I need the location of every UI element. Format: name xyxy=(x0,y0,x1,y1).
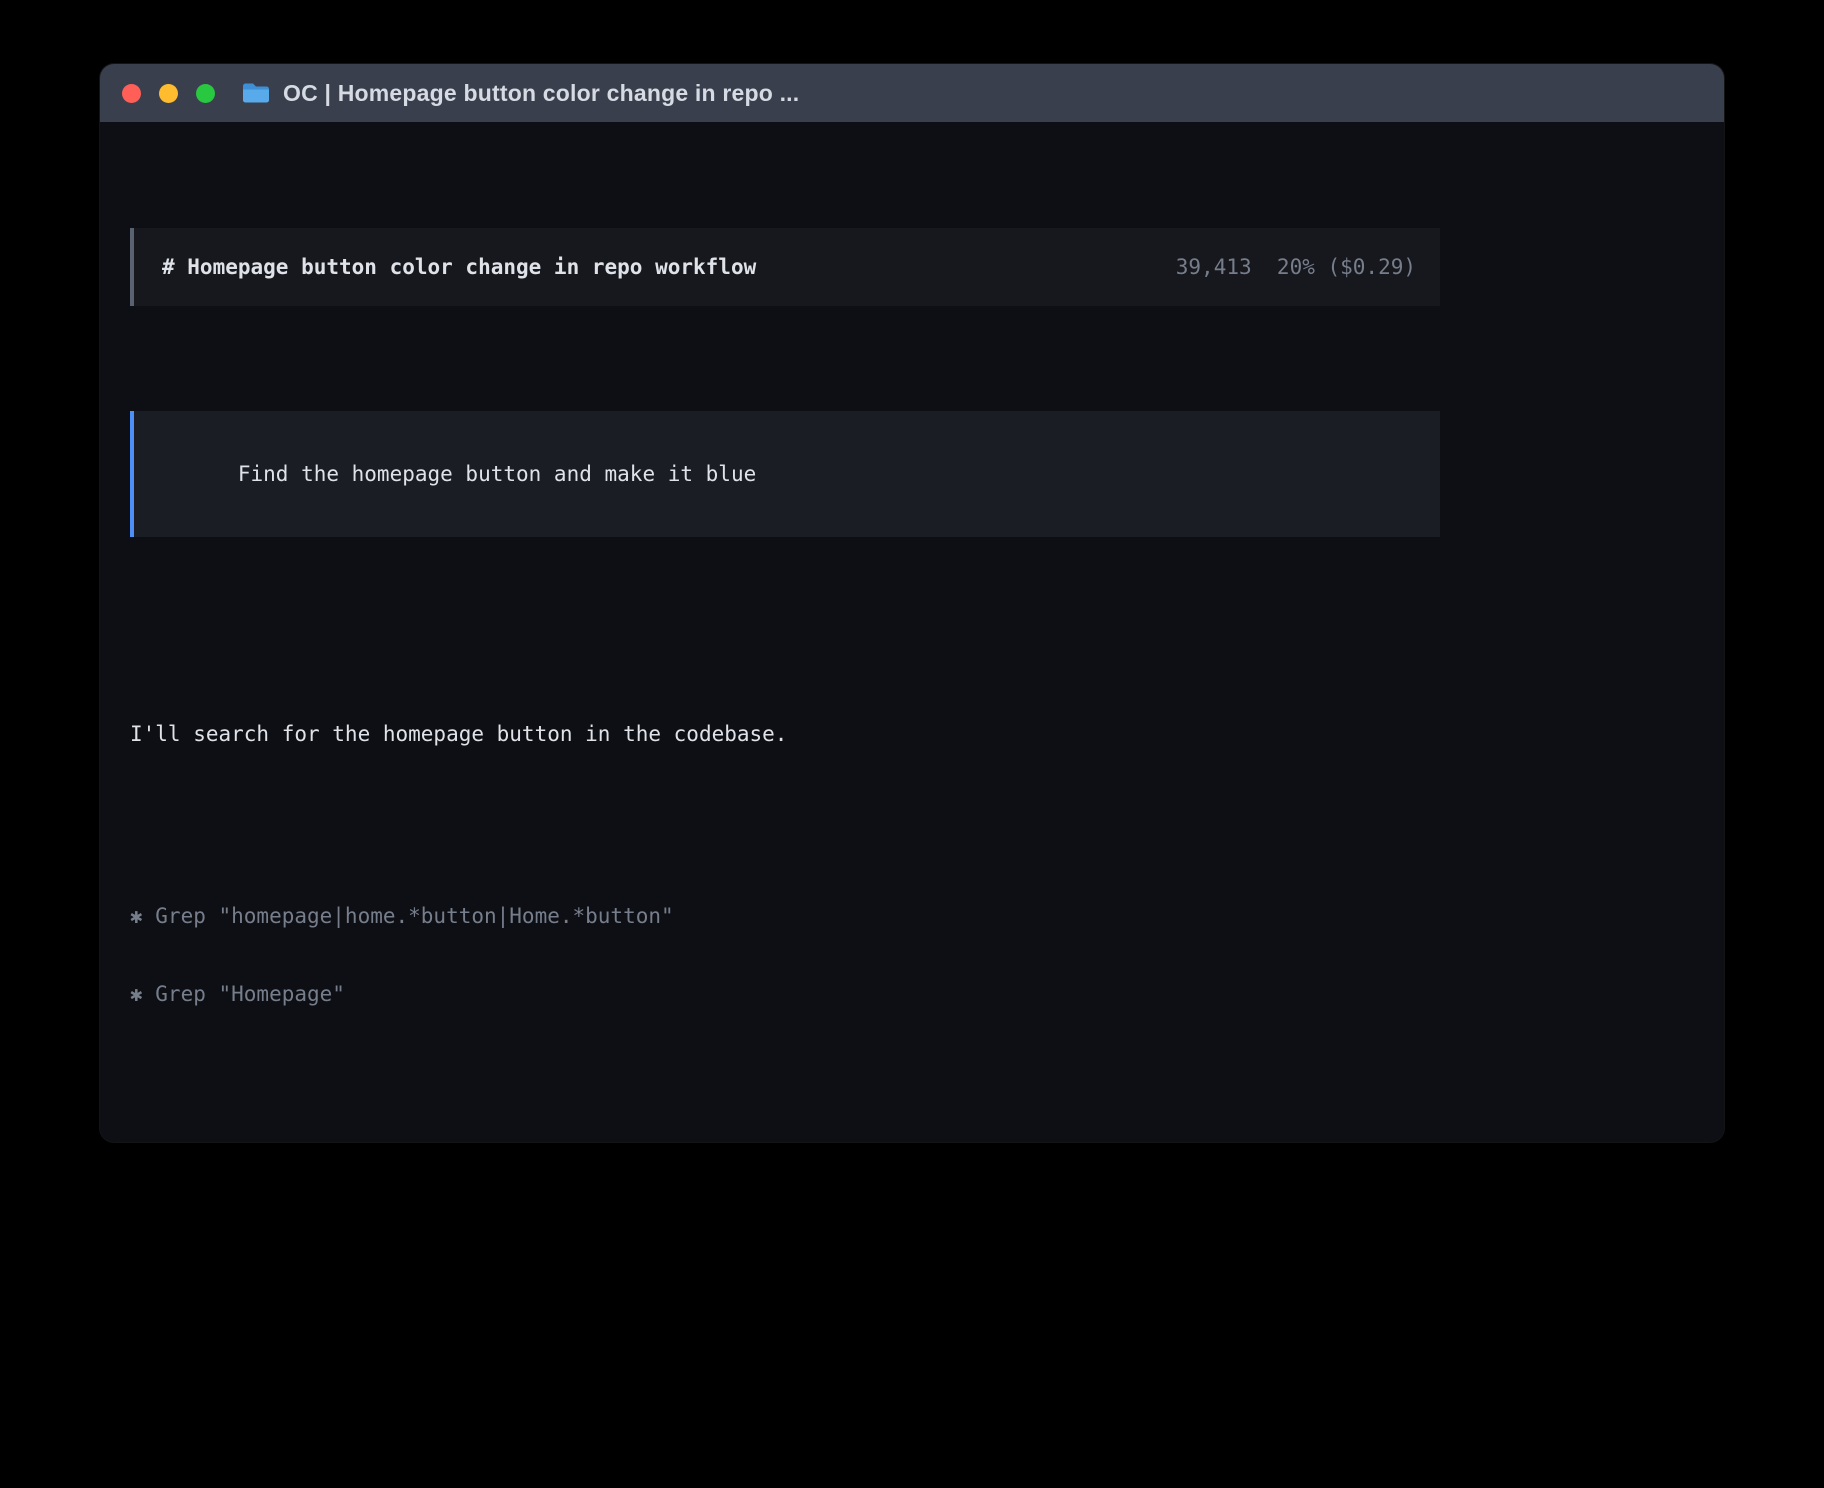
tool-call-grep: ✱ Grep "homepage|home.*button|Home.*butt… xyxy=(130,903,1440,929)
terminal-content: # Homepage button color change in repo w… xyxy=(130,150,1440,1142)
context-cost: 20% ($0.29) xyxy=(1277,255,1416,279)
tool-call-grep: ✱ Grep "Homepage" xyxy=(130,981,1440,1007)
terminal-window: OC | Homepage button color change in rep… xyxy=(100,64,1724,1142)
window-titlebar[interactable]: OC | Homepage button color change in rep… xyxy=(100,64,1724,122)
token-count: 39,413 xyxy=(1176,255,1252,279)
conversation: I'll search for the homepage button in t… xyxy=(130,643,1440,1142)
session-header: # Homepage button color change in repo w… xyxy=(130,228,1440,306)
tool-call-group: ✱ Grep "homepage|home.*button|Home.*butt… xyxy=(130,851,1440,1059)
close-button[interactable] xyxy=(122,84,141,103)
traffic-lights xyxy=(122,84,215,103)
assistant-text: I'll search for the homepage button in t… xyxy=(130,721,1440,747)
session-usage: 39,413 20% ($0.29) xyxy=(1176,254,1416,280)
zoom-button[interactable] xyxy=(196,84,215,103)
window-title: OC | Homepage button color change in rep… xyxy=(283,80,799,107)
session-title: # Homepage button color change in repo w… xyxy=(162,254,756,280)
folder-icon xyxy=(241,81,271,105)
user-message: Find the homepage button and make it blu… xyxy=(130,411,1440,537)
user-message-text: Find the homepage button and make it blu… xyxy=(238,462,756,486)
minimize-button[interactable] xyxy=(159,84,178,103)
